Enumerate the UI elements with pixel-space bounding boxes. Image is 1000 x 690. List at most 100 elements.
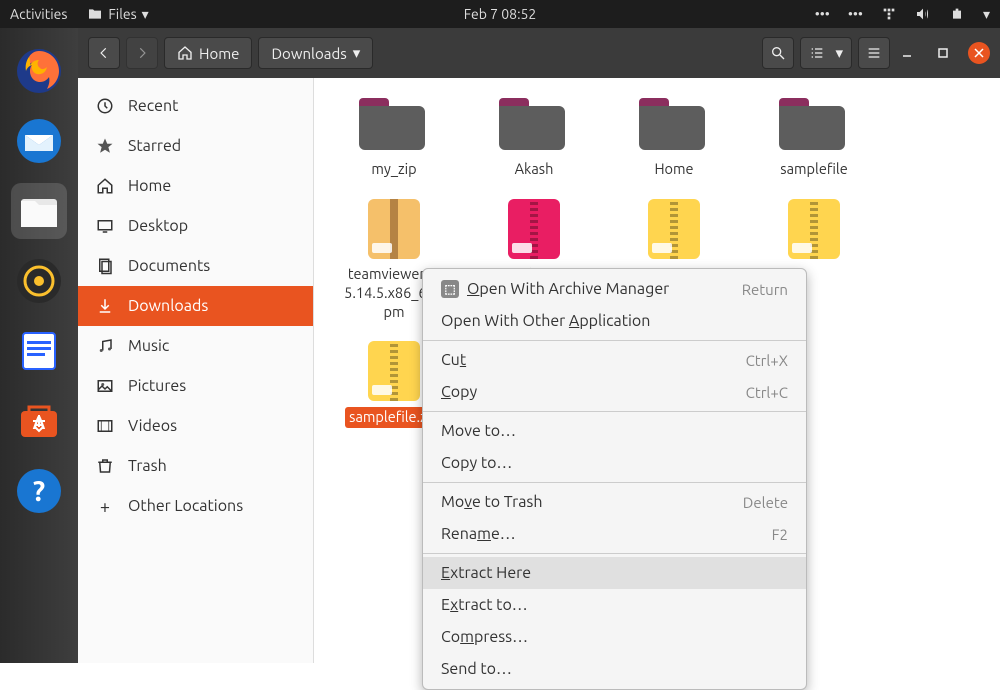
sidebar-item-downloads[interactable]: Downloads: [78, 286, 313, 326]
menu-item[interactable]: Send to…: [423, 653, 806, 685]
menu-item-label: ⬚Open With Archive Manager: [441, 280, 669, 298]
sidebar-item-label: Music: [128, 337, 169, 355]
menu-item[interactable]: CutCtrl+X: [423, 344, 806, 376]
sidebar-item-pictures[interactable]: Pictures: [78, 366, 313, 406]
home-icon: [177, 45, 193, 61]
chevron-down-icon: ▾: [835, 44, 843, 62]
menu-item[interactable]: ⬚Open With Archive ManagerReturn: [423, 273, 806, 305]
menu-item-label: Copy to…: [441, 454, 512, 472]
sidebar-item-label: Documents: [128, 257, 210, 275]
file-item-folder[interactable]: samplefile: [764, 98, 864, 179]
file-label: my_zip: [371, 160, 416, 179]
menu-item[interactable]: Copy to…: [423, 447, 806, 479]
sidebar-item-starred[interactable]: Starred: [78, 126, 313, 166]
more-icon-1[interactable]: •••: [815, 6, 830, 22]
sidebar-item-recent[interactable]: Recent: [78, 86, 313, 126]
path-home-label: Home: [199, 45, 239, 62]
menu-separator: [423, 340, 806, 341]
more-icon-2[interactable]: •••: [848, 6, 863, 22]
dock-libreoffice[interactable]: [11, 323, 67, 379]
menu-item-label: Move to…: [441, 422, 516, 440]
maximize-button[interactable]: [932, 42, 954, 64]
volume-icon[interactable]: [915, 6, 931, 22]
search-button[interactable]: [762, 37, 794, 69]
file-label: Akash: [515, 160, 554, 179]
sidebar-item-home[interactable]: Home: [78, 166, 313, 206]
menu-item[interactable]: Extract Here: [423, 557, 806, 589]
dock-rhythmbox[interactable]: [11, 253, 67, 309]
documents-icon: [96, 257, 114, 275]
battery-icon[interactable]: [949, 6, 965, 22]
pictures-icon: [96, 377, 114, 395]
minimize-button[interactable]: [896, 42, 918, 64]
sidebar-item-label: Trash: [128, 457, 167, 475]
close-button[interactable]: [968, 42, 990, 64]
path-downloads[interactable]: Downloads ▾: [258, 37, 373, 69]
network-icon[interactable]: [881, 6, 897, 22]
system-dropdown-arrow[interactable]: ▾: [983, 6, 990, 23]
dock-help[interactable]: ?: [11, 463, 67, 519]
sidebar-item-label: Pictures: [128, 377, 186, 395]
dock-firefox[interactable]: [11, 43, 67, 99]
file-item-folder[interactable]: Akash: [484, 98, 584, 179]
path-home[interactable]: Home: [164, 37, 252, 69]
menu-item[interactable]: Compress…: [423, 621, 806, 653]
star-icon: [96, 137, 114, 155]
app-menu[interactable]: Files ▾: [87, 6, 148, 23]
clock[interactable]: Feb 7 08:52: [464, 6, 537, 22]
archive-manager-icon: ⬚: [441, 280, 459, 298]
menu-item[interactable]: Move to…: [423, 415, 806, 447]
chevron-left-icon: [97, 46, 111, 60]
dock-software[interactable]: A: [11, 393, 67, 449]
dock-thunderbird[interactable]: [11, 113, 67, 169]
close-icon: [973, 47, 985, 59]
music-icon: [96, 337, 114, 355]
sidebar-item-label: Starred: [128, 137, 181, 155]
menu-item[interactable]: Open With Other Application: [423, 305, 806, 337]
menu-item-shortcut: Delete: [743, 494, 788, 511]
system-top-bar: Activities Files ▾ Feb 7 08:52 ••• ••• ▾: [0, 0, 1000, 28]
help-icon: ?: [15, 467, 63, 515]
sidebar-item-music[interactable]: Music: [78, 326, 313, 366]
sidebar-item-trash[interactable]: Trash: [78, 446, 313, 486]
sidebar-item-label: Videos: [128, 417, 177, 435]
menu-item-label: Extract to…: [441, 596, 528, 614]
desktop-icon: [96, 217, 114, 235]
menu-separator: [423, 553, 806, 554]
sidebar: Recent Starred Home Desktop Documents Do…: [78, 78, 314, 663]
activities-button[interactable]: Activities: [10, 6, 67, 22]
app-name: Files: [108, 6, 136, 22]
menu-item[interactable]: Move to Trash Delete: [423, 486, 806, 518]
menu-item-shortcut: Ctrl+C: [746, 384, 788, 401]
menu-item[interactable]: Rename…F2: [423, 518, 806, 550]
svg-text:?: ?: [33, 476, 45, 507]
view-mode-button[interactable]: ▾: [800, 37, 852, 69]
back-button[interactable]: [88, 37, 120, 69]
rhythmbox-icon: [15, 257, 63, 305]
forward-button[interactable]: [126, 37, 158, 69]
menu-item[interactable]: Extract to…: [423, 589, 806, 621]
sidebar-item-label: Recent: [128, 97, 178, 115]
files-app-icon: [15, 187, 63, 235]
maximize-icon: [937, 47, 949, 59]
sidebar-item-videos[interactable]: Videos: [78, 406, 313, 446]
menu-item-label: Copy: [441, 383, 477, 401]
menu-item-label: Move to Trash: [441, 493, 543, 511]
chevron-down-icon: ▾: [353, 44, 361, 62]
sidebar-item-documents[interactable]: Documents: [78, 246, 313, 286]
sidebar-item-other-locations[interactable]: +Other Locations: [78, 486, 313, 526]
menu-item[interactable]: Copy Ctrl+C: [423, 376, 806, 408]
file-item-folder[interactable]: Home: [624, 98, 724, 179]
libreoffice-icon: [15, 327, 63, 375]
menu-separator: [423, 482, 806, 483]
dropdown-arrow: ▾: [142, 6, 149, 23]
hamburger-button[interactable]: [858, 37, 890, 69]
file-item-folder[interactable]: my_zip: [344, 98, 444, 179]
files-icon: [87, 6, 103, 22]
plus-icon: +: [96, 497, 114, 515]
dock-files[interactable]: [11, 183, 67, 239]
minimize-icon: [901, 47, 913, 59]
list-icon: [809, 45, 825, 61]
sidebar-item-desktop[interactable]: Desktop: [78, 206, 313, 246]
download-icon: [96, 297, 114, 315]
